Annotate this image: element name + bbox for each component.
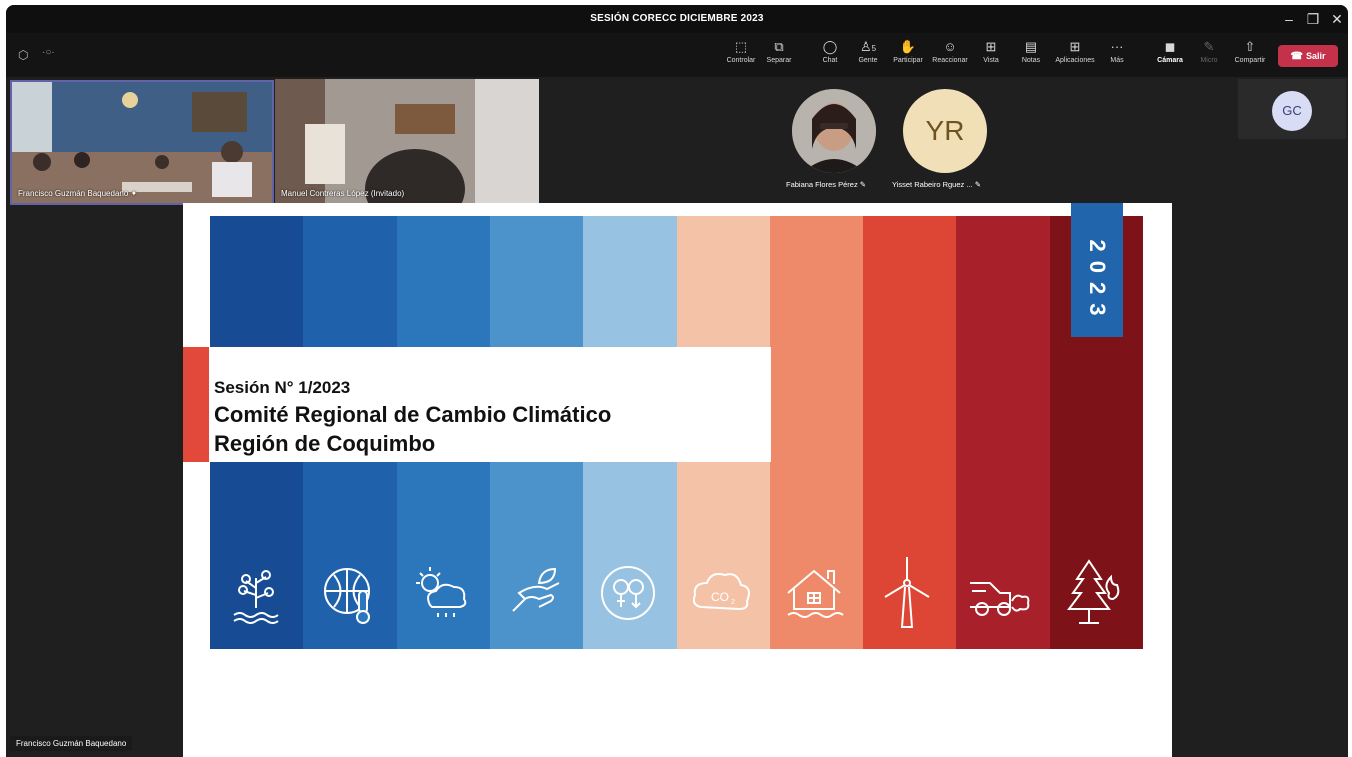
avatar-fabiana[interactable] <box>792 89 876 173</box>
meeting-toolbar: ⬡ ·○· ⬚ Controlar ⧉ Separar ◯ Chat ♙5 Ge… <box>6 33 1348 77</box>
hand-leaf-icon <box>495 553 575 633</box>
connection-icon: ·○· <box>42 47 55 58</box>
year-banner: 2023 <box>1071 203 1123 337</box>
pin-icon: ✦ <box>130 189 138 198</box>
notes-button[interactable]: ▤ Notas <box>1018 38 1044 74</box>
avatar-gc: GC <box>1272 91 1312 131</box>
tile-name-label: Francisco Guzmán Baquedano ✦ <box>18 189 138 198</box>
react-button[interactable]: ☺ Reaccionar <box>930 38 970 74</box>
avatar-yisset[interactable]: YR <box>903 89 987 173</box>
meeting-title: SESIÓN CORECC DICIEMBRE 2023 <box>590 13 764 24</box>
tile-name-label: Manuel Contreras López (Invitado) <box>281 189 405 198</box>
shield-icon[interactable]: ⬡ <box>18 49 30 61</box>
slide-title: Comité Regional de Cambio Climático <box>214 402 612 427</box>
raise-hand-button[interactable]: ✋ Participar <box>890 38 926 74</box>
flooded-house-icon <box>774 553 854 633</box>
smile-icon: ☺ <box>943 39 957 54</box>
notes-icon: ▤ <box>1024 39 1038 54</box>
sun-cloud-rain-icon <box>402 553 482 633</box>
car-exhaust-icon <box>960 553 1040 633</box>
forest-fire-icon <box>1053 553 1133 633</box>
leave-button[interactable]: ☎ Salir <box>1278 45 1338 67</box>
video-tile-francisco[interactable]: Francisco Guzmán Baquedano ✦ <box>10 80 274 205</box>
chat-icon: ◯ <box>822 39 838 54</box>
wind-turbine-icon <box>867 553 947 633</box>
view-icon: ⊞ <box>985 39 997 54</box>
share-icon: ⇧ <box>1244 39 1256 54</box>
title-bar: SESIÓN CORECC DICIEMBRE 2023 – ❐ ✕ <box>6 5 1348 33</box>
control-icon: ⬚ <box>734 39 748 54</box>
video-tile-manuel[interactable]: Manuel Contreras López (Invitado) <box>275 79 539 203</box>
svg-text:CO: CO <box>711 590 729 604</box>
people-button[interactable]: ♙5 Gente <box>854 38 882 74</box>
svg-text:2: 2 <box>731 599 735 606</box>
teams-window: SESIÓN CORECC DICIEMBRE 2023 – ❐ ✕ ⬡ ·○·… <box>6 5 1348 757</box>
apps-button[interactable]: ⊞ Aplicaciones <box>1052 38 1098 74</box>
participant-tile-gc[interactable]: GC <box>1238 79 1346 139</box>
mic-button[interactable]: ✎ Micro <box>1196 38 1222 74</box>
more-icon: ··· <box>1110 39 1124 54</box>
slide-title-box: Sesión N° 1/2023 Comité Regional de Camb… <box>183 347 771 462</box>
gender-icon <box>588 553 668 633</box>
camera-button[interactable]: ◼ Cámara <box>1154 38 1186 74</box>
participant-name: Yisset Rabeiro Rguez ... ✎ <box>892 180 981 189</box>
popout-icon: ⧉ <box>774 39 784 54</box>
session-number: Sesión N° 1/2023 <box>214 378 351 397</box>
chat-button[interactable]: ◯ Chat <box>818 38 842 74</box>
control-button[interactable]: ⬚ Controlar <box>723 38 759 74</box>
title-accent-bar <box>183 347 209 462</box>
minimize-icon[interactable]: – <box>1278 9 1300 29</box>
share-button[interactable]: ⇧ Compartir <box>1230 38 1270 74</box>
mic-muted-icon: ✎ <box>974 180 981 189</box>
year-label: 2023 <box>1085 239 1110 325</box>
plant-water-icon <box>216 553 296 633</box>
phone-hangup-icon: ☎ <box>1290 51 1303 62</box>
co2-cloud-icon: CO 2 <box>681 553 761 633</box>
more-button[interactable]: ··· Más <box>1106 38 1128 74</box>
home-office-video <box>275 79 539 203</box>
raise-hand-icon: ✋ <box>899 39 917 54</box>
maximize-icon[interactable]: ❐ <box>1302 9 1324 29</box>
participant-name: Fabiana Flores Pérez ✎ <box>786 180 867 189</box>
mic-muted-icon: ✎ <box>859 180 867 189</box>
meeting-room-video <box>12 82 272 203</box>
popout-button[interactable]: ⧉ Separar <box>763 38 795 74</box>
slide-subtitle: Región de Coquimbo <box>214 431 436 456</box>
camera-off-icon: ◼ <box>1164 39 1176 54</box>
mic-off-icon: ✎ <box>1203 39 1215 54</box>
shared-presentation: 2023 Sesión N° 1/2023 Comité Regional de… <box>183 203 1172 757</box>
people-icon: ♙5 <box>859 39 877 54</box>
presenter-name-label: Francisco Guzmán Baquedano <box>10 736 133 751</box>
view-button[interactable]: ⊞ Vista <box>978 38 1004 74</box>
apps-icon: ⊞ <box>1069 39 1081 54</box>
close-icon[interactable]: ✕ <box>1326 9 1348 29</box>
globe-thermometer-icon <box>309 553 389 633</box>
